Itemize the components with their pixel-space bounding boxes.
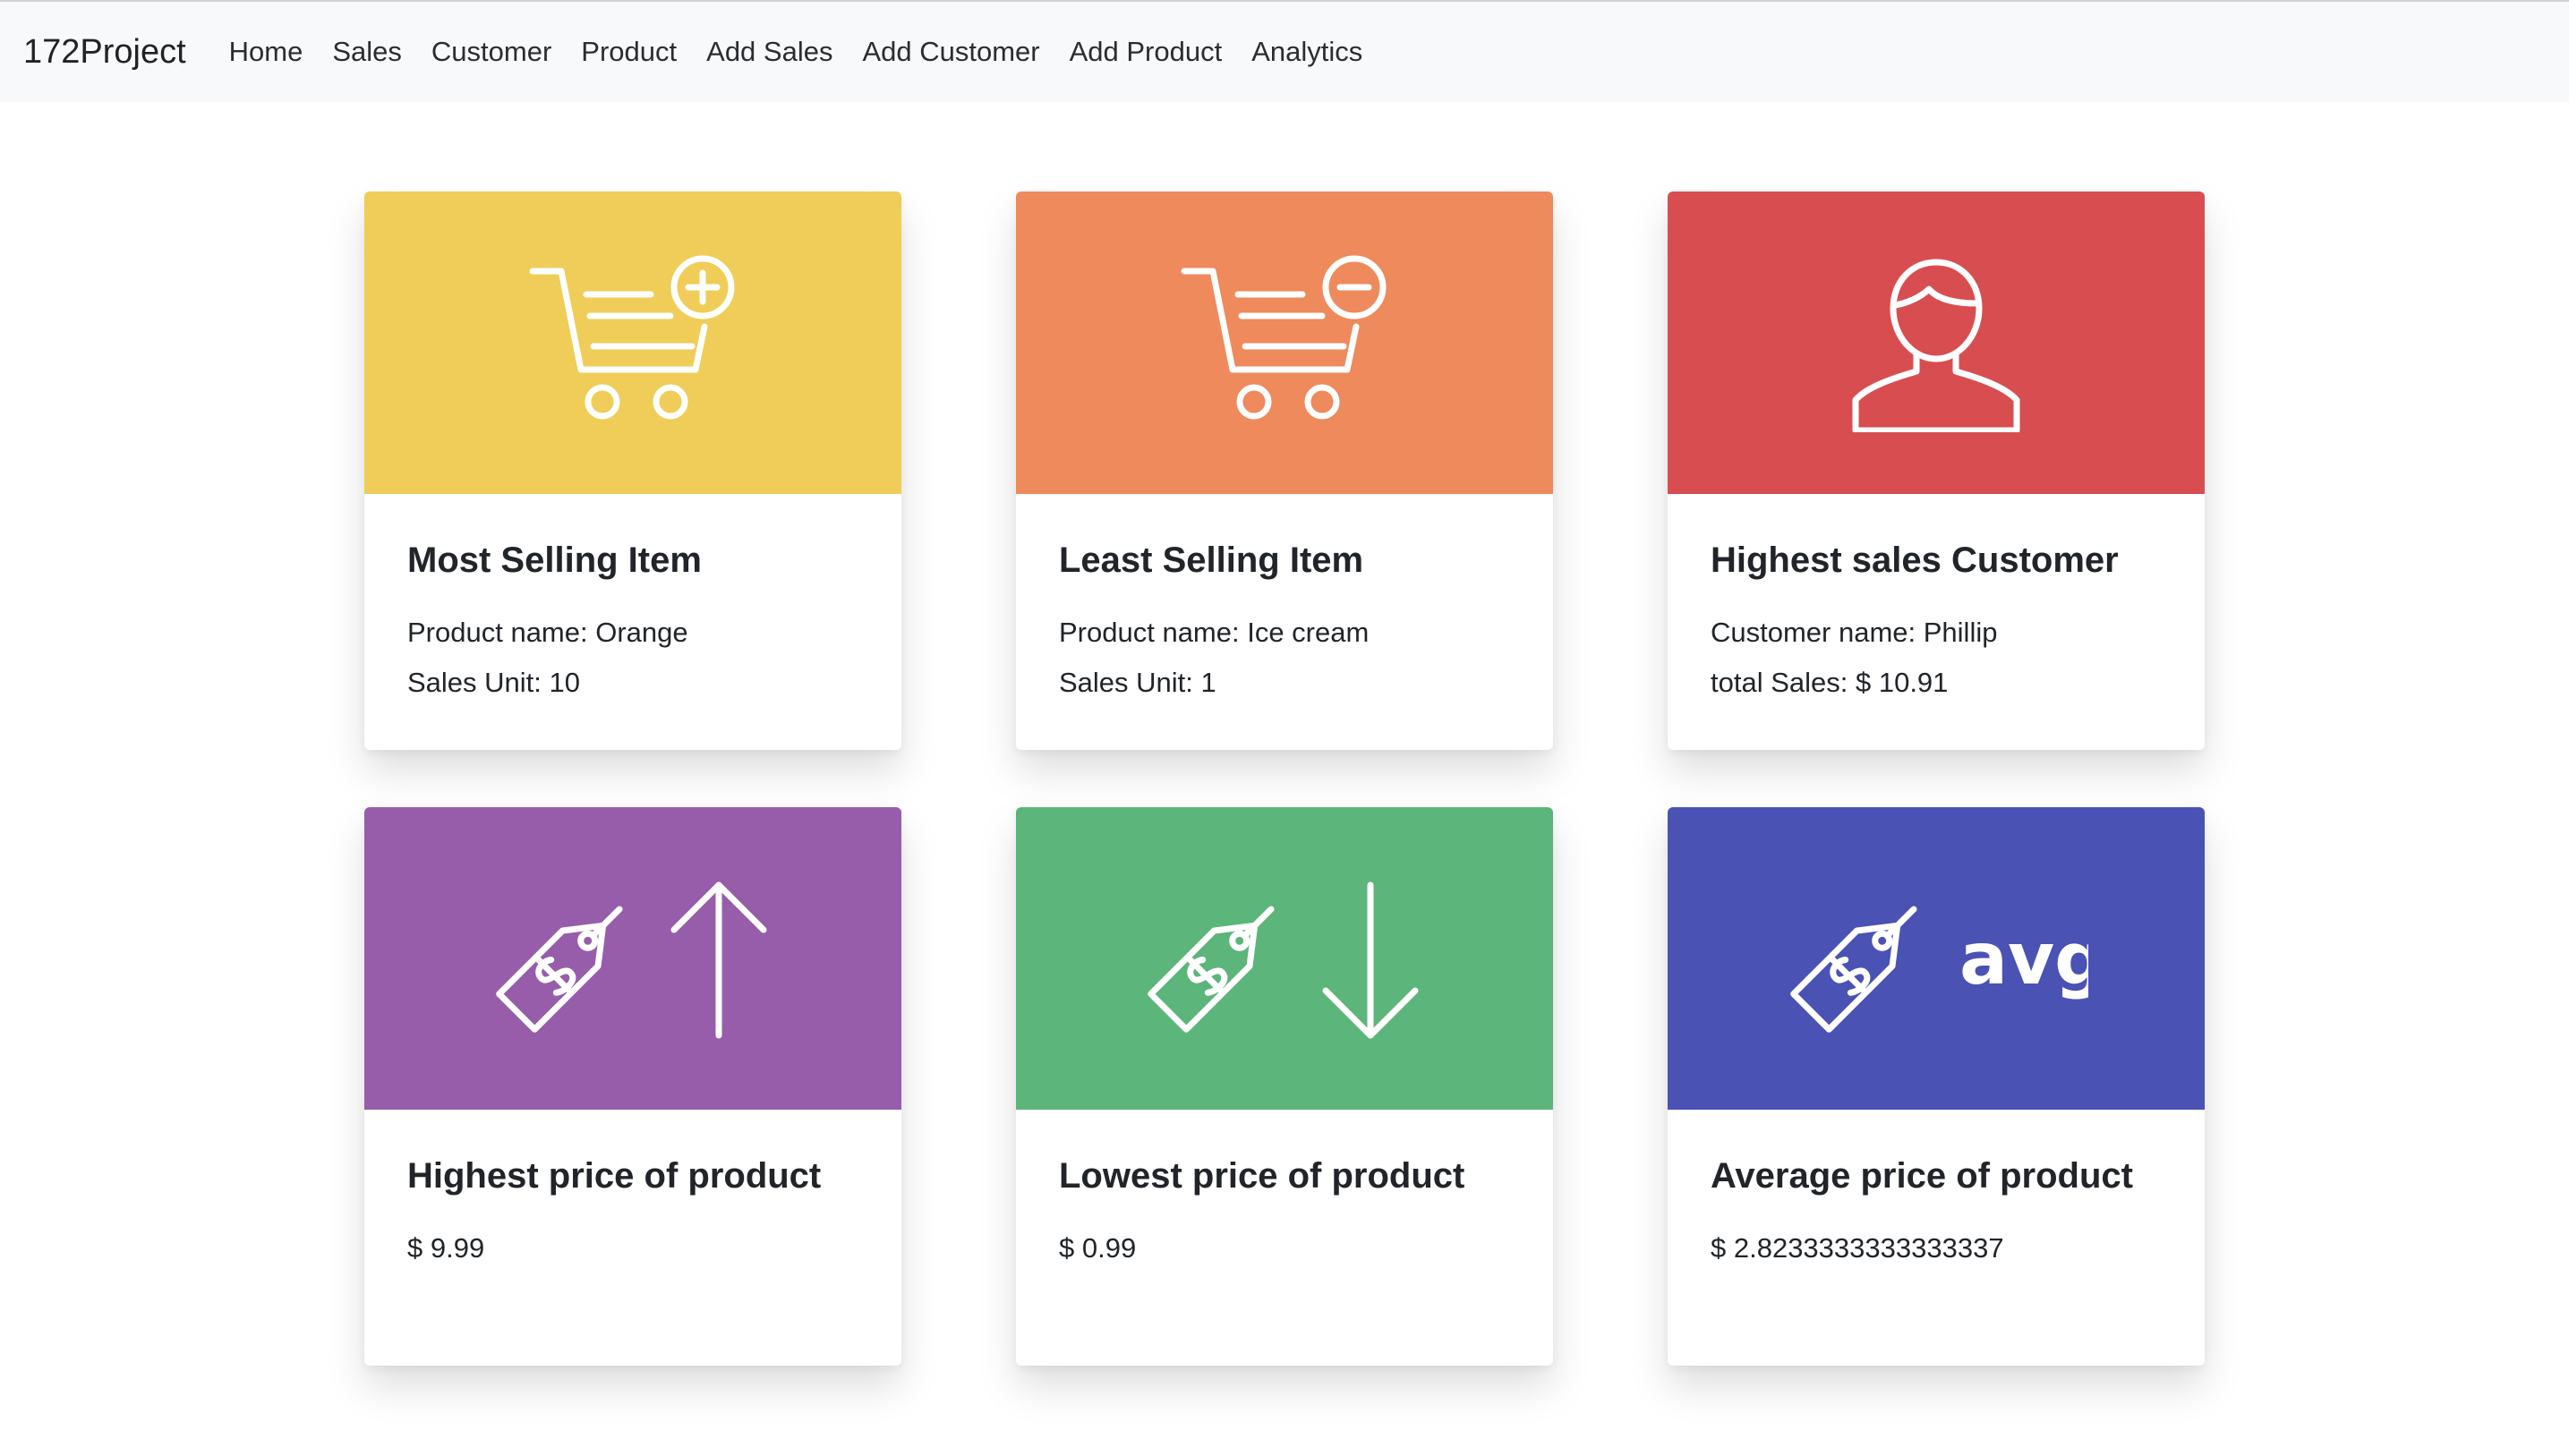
lowest-price-card[interactable]: Lowest price of product $ 0.99 (1016, 807, 1553, 1366)
nav-link-home[interactable]: Home (229, 36, 303, 68)
nav-link-add-product[interactable]: Add Product (1070, 36, 1223, 68)
price-value-text: $ 9.99 (407, 1232, 485, 1264)
product-name-text: Product name: Ice cream (1059, 617, 1370, 648)
sales-unit-text: Sales Unit: 10 (407, 667, 580, 698)
card-title: Highest price of product (407, 1156, 822, 1196)
navbar: 172Project Home Sales Customer Product A… (0, 0, 2569, 102)
average-price-card[interactable]: avg Average price of product $ 2.8233333… (1668, 807, 2205, 1366)
card-body: Lowest price of product $ 0.99 (1016, 1110, 1553, 1273)
price-tag-down-arrow-icon (1148, 881, 1419, 1039)
price-tag-avg-icon: avg (1790, 906, 2088, 1033)
cart-remove-icon (1181, 255, 1387, 420)
card-banner (1016, 807, 1553, 1110)
brand-link[interactable]: 172Project (23, 33, 186, 72)
most-selling-item-card[interactable]: Most Selling Item Product name: Orange S… (364, 192, 901, 750)
card-body: Highest price of product $ 9.99 (364, 1110, 901, 1273)
card-body: Least Selling Item Product name: Ice cre… (1016, 494, 1553, 708)
nav-link-analytics[interactable]: Analytics (1251, 36, 1362, 68)
highest-price-card[interactable]: Highest price of product $ 9.99 (364, 807, 901, 1366)
cart-add-icon (529, 255, 735, 420)
card-banner (364, 807, 901, 1110)
total-sales-text: total Sales: $ 10.91 (1711, 667, 1949, 698)
price-value-text: $ 2.8233333333333337 (1711, 1232, 2004, 1264)
product-name-text: Product name: Orange (407, 617, 688, 648)
card-title: Highest sales Customer (1711, 541, 2119, 580)
card-banner (1016, 192, 1553, 494)
card-banner (364, 192, 901, 494)
sales-unit-text: Sales Unit: 1 (1059, 667, 1216, 698)
card-title: Most Selling Item (407, 541, 702, 580)
avg-icon-text: avg (1959, 917, 2088, 1000)
card-title: Least Selling Item (1059, 541, 1364, 580)
analytics-cards-grid: Most Selling Item Product name: Orange S… (364, 192, 2205, 1366)
card-banner: avg (1668, 807, 2205, 1110)
nav-link-product[interactable]: Product (581, 36, 677, 68)
highest-sales-customer-card[interactable]: Highest sales Customer Customer name: Ph… (1668, 192, 2205, 750)
card-body: Highest sales Customer Customer name: Ph… (1668, 494, 2205, 708)
card-banner (1668, 192, 2205, 494)
price-tag-up-arrow-icon (496, 881, 767, 1039)
nav-link-customer[interactable]: Customer (431, 36, 551, 68)
card-title: Average price of product (1711, 1156, 2133, 1196)
nav-link-add-sales[interactable]: Add Sales (706, 36, 832, 68)
nav-link-sales[interactable]: Sales (332, 36, 402, 68)
card-body: Most Selling Item Product name: Orange S… (364, 494, 901, 708)
nav-links: Home Sales Customer Product Add Sales Ad… (229, 36, 1393, 68)
card-title: Lowest price of product (1059, 1156, 1465, 1196)
nav-link-add-customer[interactable]: Add Customer (862, 36, 1039, 68)
card-body: Average price of product $ 2.82333333333… (1668, 1110, 2205, 1273)
price-value-text: $ 0.99 (1059, 1232, 1137, 1264)
least-selling-item-card[interactable]: Least Selling Item Product name: Ice cre… (1016, 192, 1553, 750)
user-icon (1852, 259, 2020, 432)
customer-name-text: Customer name: Phillip (1711, 617, 1998, 648)
